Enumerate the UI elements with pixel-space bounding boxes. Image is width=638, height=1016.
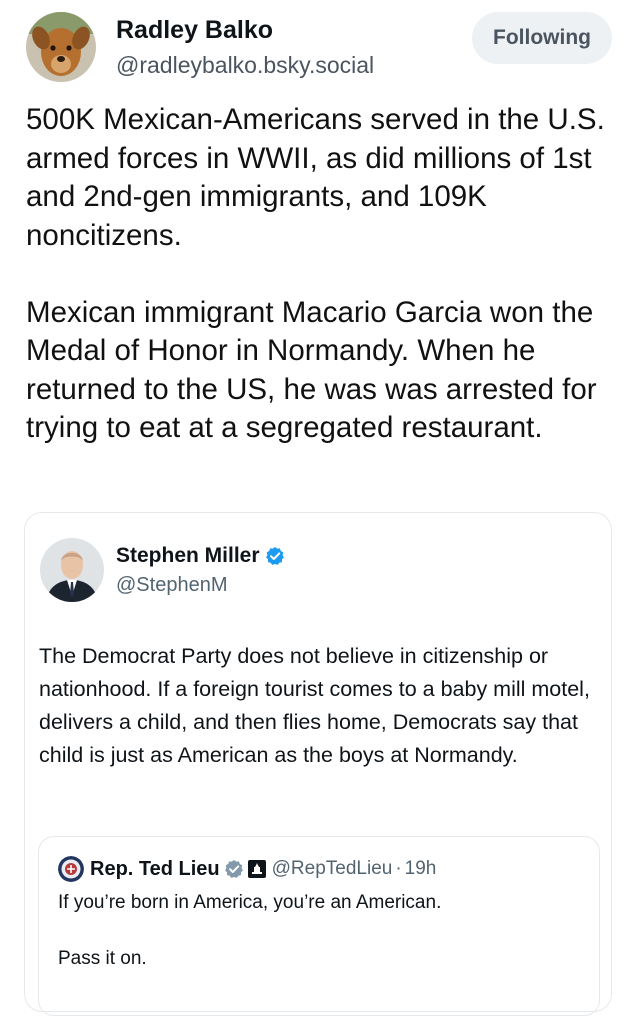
gray-government-check-icon (224, 859, 244, 879)
nested-author-handle[interactable]: @RepTedLieu (272, 858, 393, 880)
post-body: 500K Mexican-Americans served in the U.S… (26, 101, 626, 448)
nested-post-text-line: If you’re born in America, you’re an Ame… (58, 892, 442, 913)
following-button[interactable]: Following (472, 12, 612, 64)
author-avatar[interactable] (26, 12, 96, 82)
capitol-building-icon (247, 859, 267, 879)
man-in-suit-avatar-icon (40, 538, 104, 602)
nested-author-name[interactable]: Rep. Ted Lieu (90, 858, 220, 881)
quoted-author-name[interactable]: Stephen Miller (116, 544, 285, 568)
post-paragraph: 500K Mexican-Americans served in the U.S… (26, 103, 605, 252)
quoted-author-name-text: Stephen Miller (116, 544, 260, 567)
author-name[interactable]: Radley Balko (116, 16, 273, 45)
dog-avatar-icon (26, 12, 96, 82)
separator-dot: · (395, 858, 402, 879)
quoted-author-handle[interactable]: @StephenM (116, 574, 227, 597)
post-timestamp[interactable]: 19h (405, 858, 437, 880)
author-handle[interactable]: @radleybalko.bsky.social (116, 52, 374, 79)
post-paragraph: Mexican immigrant Macario Garcia won the… (26, 295, 597, 445)
congressional-seal-icon[interactable] (58, 856, 84, 882)
blue-verified-check-icon (265, 546, 285, 566)
quoted-author-avatar[interactable] (40, 538, 104, 602)
quoted-post-text: The Democrat Party does not believe in c… (39, 644, 590, 767)
nested-post-text-line: Pass it on. (58, 948, 147, 969)
nested-post-header: Rep. Ted Lieu @RepTedLieu · 19h (58, 855, 436, 883)
